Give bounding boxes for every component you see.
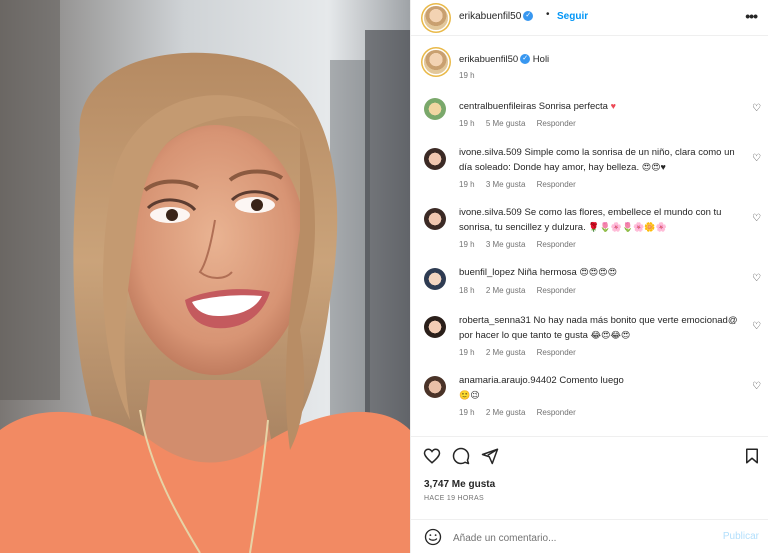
caption-avatar[interactable]: [424, 50, 448, 74]
comment-text: buenfil_lopez Niña hermosa 😍😍😍😍: [459, 265, 739, 280]
comment-likes[interactable]: 3 Me gusta: [486, 180, 526, 189]
commenter-avatar[interactable]: [424, 148, 446, 170]
comment-time[interactable]: 19 h: [459, 180, 475, 189]
comment-text: ivone.silva.509 Simple como la sonrisa d…: [459, 145, 739, 175]
share-icon[interactable]: [481, 447, 499, 465]
heart-outline-icon[interactable]: ♡: [752, 321, 761, 332]
author-username[interactable]: erikabuenfil50 ✓: [459, 11, 534, 22]
post-side-panel: erikabuenfil50 ✓ • Seguir ••• erikabuenfi…: [410, 0, 768, 553]
comment-time[interactable]: 19 h: [459, 348, 475, 357]
comment-body: Comento luego: [559, 375, 624, 386]
comment-meta: 19 h 5 Me gusta Responder: [459, 119, 585, 128]
comments-list[interactable]: erikabuenfil50 ✓ Holi 19 h centralbuenfil…: [411, 37, 768, 435]
comment-time[interactable]: 19 h: [459, 119, 475, 128]
reply-button[interactable]: Responder: [537, 240, 576, 249]
instagram-post-modal: erikabuenfil50 ✓ • Seguir ••• erikabuenfi…: [0, 0, 768, 553]
comment-text: ivone.silva.509 Se como las flores, embe…: [459, 205, 739, 235]
comment-time[interactable]: 19 h: [459, 408, 475, 417]
comment-likes[interactable]: 2 Me gusta: [486, 286, 526, 295]
comment-meta: 19 h 3 Me gusta Responder: [459, 240, 585, 249]
comment-text: anamaria.araujo.94402 Comento luego 🙂😉: [459, 373, 739, 403]
commenter-avatar[interactable]: [424, 208, 446, 230]
post-header: erikabuenfil50 ✓ • Seguir •••: [411, 0, 768, 36]
caption-body: Holi: [532, 54, 550, 65]
selfie-image: [0, 0, 410, 553]
comment-icon[interactable]: [452, 447, 470, 465]
heart-outline-icon[interactable]: ♡: [752, 103, 761, 114]
commenter-avatar[interactable]: [424, 376, 446, 398]
heart-outline-icon[interactable]: ♡: [752, 381, 761, 392]
comment-emoji: 🙂😉: [459, 390, 480, 400]
comment-emoji: 😍😍😍😍: [579, 267, 617, 277]
heart-outline-icon[interactable]: ♡: [752, 273, 761, 284]
comment-time[interactable]: 19 h: [459, 240, 475, 249]
commenter-avatar[interactable]: [424, 98, 446, 120]
comment-likes[interactable]: 2 Me gusta: [486, 348, 526, 357]
comment-emoji: 😂😍😂😍: [590, 330, 631, 340]
post-time-ago[interactable]: HACE 19 HORAS: [424, 495, 484, 502]
commenter-username[interactable]: centralbuenfileiras: [459, 101, 536, 112]
caption-username[interactable]: erikabuenfil50: [459, 54, 518, 65]
post-actions: 3,747 Me gusta HACE 19 HORAS Publicar: [411, 436, 768, 553]
commenter-username[interactable]: roberta_senna31: [459, 315, 531, 326]
commenter-username[interactable]: ivone.silva.509: [459, 147, 522, 158]
verified-badge-icon: ✓: [520, 54, 531, 65]
comment-text: centralbuenfileiras Sonrisa perfecta ♥: [459, 99, 739, 114]
heart-outline-icon[interactable]: ♡: [752, 213, 761, 224]
comment-meta: 18 h 2 Me gusta Responder: [459, 286, 585, 295]
post-photo[interactable]: [0, 0, 410, 553]
commenter-username[interactable]: buenfil_lopez: [459, 267, 515, 278]
heart-outline-icon[interactable]: ♡: [752, 153, 761, 164]
comment-body: Niña hermosa: [517, 267, 577, 278]
comment-likes[interactable]: 5 Me gusta: [486, 119, 526, 128]
comment-meta: 19 h 2 Me gusta Responder: [459, 348, 585, 357]
caption-meta: 19 h: [459, 71, 484, 80]
reply-button[interactable]: Responder: [537, 408, 576, 417]
bookmark-icon[interactable]: [743, 447, 761, 465]
comment-likes[interactable]: 3 Me gusta: [486, 240, 526, 249]
comment-time[interactable]: 18 h: [459, 286, 475, 295]
comment-input[interactable]: [453, 530, 703, 546]
reply-button[interactable]: Responder: [537, 180, 576, 189]
commenter-avatar[interactable]: [424, 316, 446, 338]
heart-icon[interactable]: [423, 447, 441, 465]
reply-button[interactable]: Responder: [537, 286, 576, 295]
reply-button[interactable]: Responder: [537, 119, 576, 128]
commenter-username[interactable]: anamaria.araujo.94402: [459, 375, 557, 386]
comment-text: roberta_senna31 No hay nada más bonito q…: [459, 313, 739, 343]
publish-button[interactable]: Publicar: [723, 531, 759, 542]
commenter-avatar[interactable]: [424, 268, 446, 290]
comment-body: Sonrisa perfecta: [538, 101, 608, 112]
comment-meta: 19 h 3 Me gusta Responder: [459, 180, 585, 189]
follow-button[interactable]: Seguir: [557, 11, 588, 22]
commenter-username[interactable]: ivone.silva.509: [459, 207, 522, 218]
verified-badge-icon: ✓: [523, 11, 534, 22]
author-avatar[interactable]: [424, 6, 448, 30]
comment-emoji: 🌹🌷🌸🌷🌸🌼🌸: [588, 222, 667, 232]
emoji-icon[interactable]: [424, 528, 442, 546]
author-username-text[interactable]: erikabuenfil50: [459, 11, 521, 22]
reply-button[interactable]: Responder: [537, 348, 576, 357]
more-options-icon[interactable]: •••: [745, 8, 758, 24]
separator-dot: •: [546, 9, 550, 20]
comment-likes[interactable]: 2 Me gusta: [486, 408, 526, 417]
comment-emoji: 😍😍♥: [641, 162, 666, 172]
comment-emoji: ♥: [610, 101, 616, 111]
add-comment-bar: Publicar: [411, 519, 768, 553]
comment-meta: 19 h 2 Me gusta Responder: [459, 408, 585, 417]
caption-text: erikabuenfil50 ✓ Holi: [459, 52, 739, 67]
likes-count[interactable]: 3,747 Me gusta: [424, 479, 495, 490]
caption-time[interactable]: 19 h: [459, 71, 475, 80]
